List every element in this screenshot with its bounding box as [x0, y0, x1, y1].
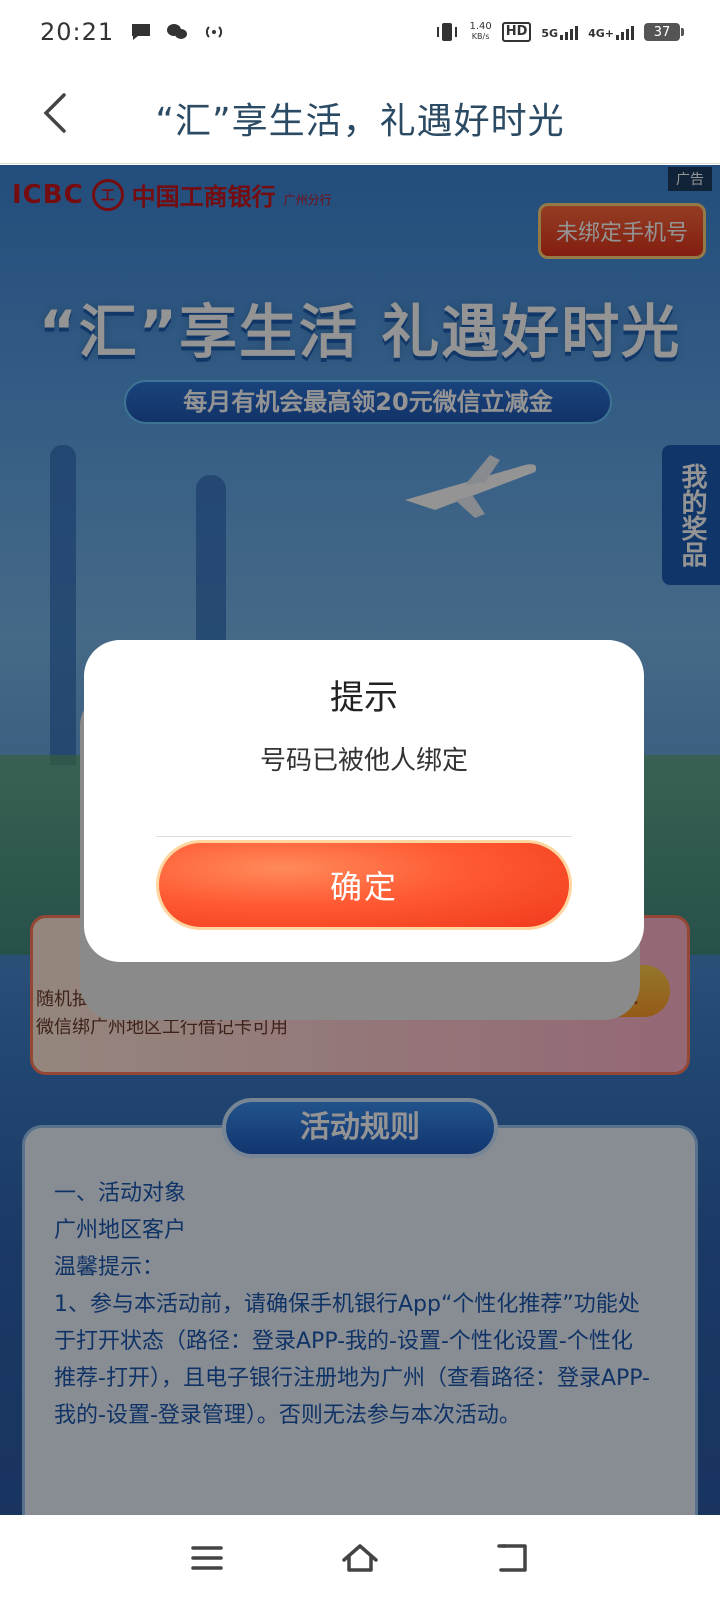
signal-icon: [560, 24, 579, 40]
net-speed-value: 1.40: [469, 21, 492, 32]
dialog-divider: [156, 836, 572, 837]
home-button[interactable]: [330, 1528, 390, 1588]
sim1-network-label: 5G: [541, 27, 559, 40]
message-icon: [132, 24, 151, 40]
system-back-button[interactable]: [483, 1528, 543, 1588]
signal-icon-2: [616, 24, 634, 40]
recent-apps-button[interactable]: [177, 1528, 237, 1588]
battery-icon: 37: [644, 23, 684, 41]
title-bar: “汇”享生活，礼遇好时光: [0, 64, 720, 164]
status-right: 1.40 KB/s HD 5G 4G+ 37: [435, 21, 684, 43]
wechat-icon: [167, 24, 188, 39]
home-icon: [342, 1543, 378, 1572]
status-time: 20:21: [40, 18, 115, 46]
dialog-title: 提示: [330, 678, 398, 718]
network-speed: 1.40 KB/s: [469, 22, 491, 42]
confirm-button[interactable]: 确定: [156, 840, 572, 930]
menu-icon: [190, 1545, 223, 1570]
battery-level: 37: [653, 24, 671, 40]
dialog-message: 号码已被他人绑定: [259, 746, 468, 776]
page-title: “汇”享生活，礼遇好时光: [155, 101, 565, 142]
hotspot-icon: [206, 26, 223, 38]
sim1-signal: 5G: [541, 24, 579, 40]
notification-icons: [130, 22, 226, 42]
hd-badge: HD: [501, 22, 532, 42]
vibrate-icon: [437, 23, 458, 41]
back-icon: [497, 1543, 528, 1572]
sim2-signal: 4G+: [588, 24, 634, 40]
status-bar: 20:21 1.40 KB/s HD 5G 4G+ 37: [0, 0, 720, 64]
alert-dialog: 提示 号码已被他人绑定 确定: [84, 640, 644, 962]
net-speed-unit: KB/s: [471, 32, 490, 41]
sim2-network-label: 4G+: [588, 27, 614, 40]
system-nav-bar: [0, 1515, 720, 1600]
